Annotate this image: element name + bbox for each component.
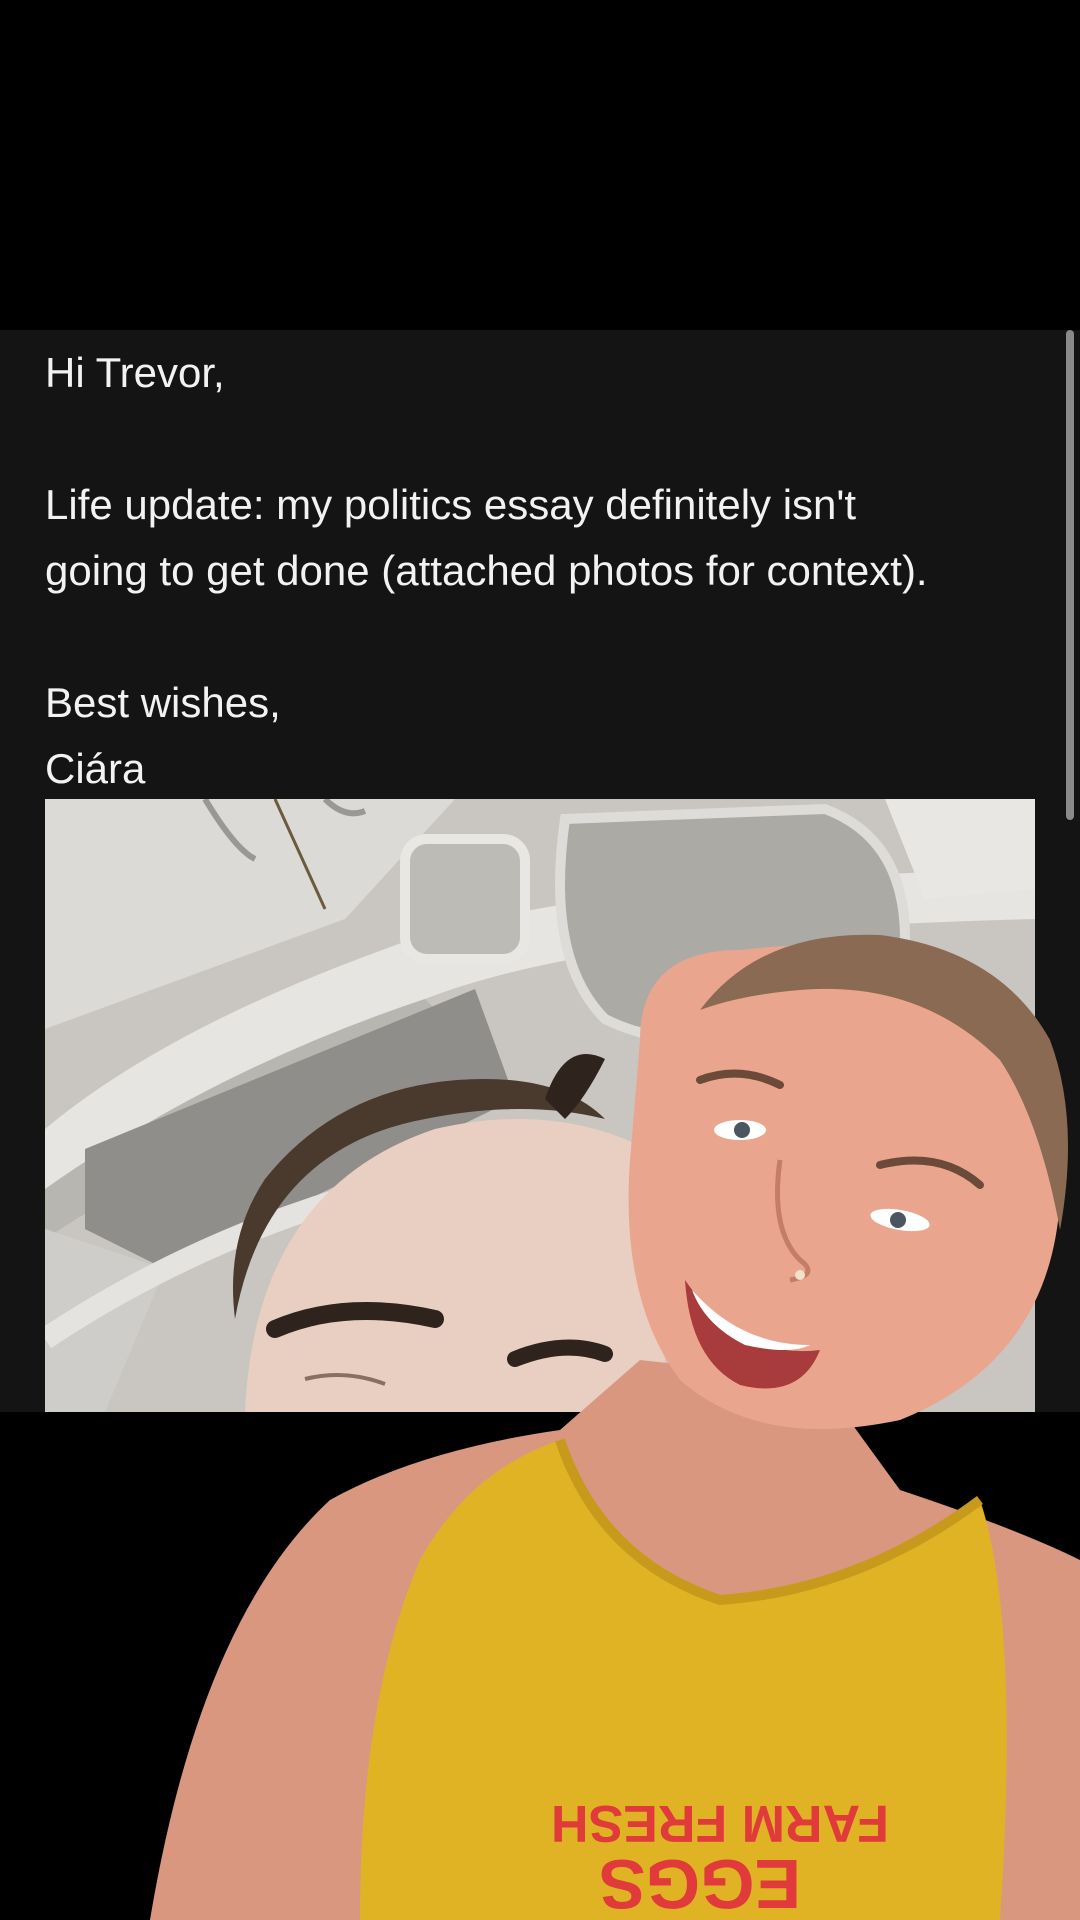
scrollbar[interactable] <box>1066 330 1074 820</box>
hospital-ceiling-photo <box>45 799 1035 1412</box>
top-black-area <box>0 0 1080 330</box>
attached-photo[interactable] <box>45 799 1035 1412</box>
email-greeting: Hi Trevor, <box>45 349 225 396</box>
email-body-line: going to get done (attached photos for c… <box>45 547 928 594</box>
email-body-line: Life update: my politics essay definitel… <box>45 481 857 528</box>
email-message: Hi Trevor, Life update: my politics essa… <box>45 340 1035 802</box>
email-signoff: Best wishes, <box>45 679 281 726</box>
email-signature: Ciára <box>45 745 146 792</box>
email-body-panel[interactable]: Hi Trevor, Life update: my politics essa… <box>0 330 1080 1412</box>
bottom-black-area <box>0 1412 1080 1920</box>
